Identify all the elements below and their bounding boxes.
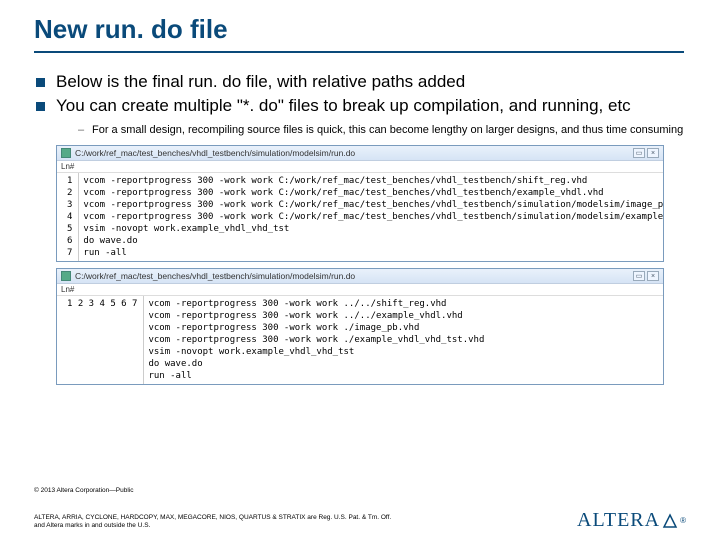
editor-window-1: C:/work/ref_mac/test_benches/vhdl_testbe… (56, 145, 664, 262)
bullet-text: You can create multiple "*. do" files to… (56, 96, 631, 115)
editor-path: C:/work/ref_mac/test_benches/vhdl_testbe… (75, 148, 355, 158)
restore-button[interactable]: ▭ (633, 271, 645, 281)
logo-text: ALTERA (577, 509, 678, 532)
line-number-header: Ln# (57, 161, 663, 173)
footer-line-1: ALTERA, ARRIA, CYCLONE, HARDCOPY, MAX, M… (34, 514, 391, 521)
sub-bullet-item: For a small design, recompiling source f… (78, 123, 686, 137)
window-controls: ▭ × (633, 148, 659, 158)
editor-titlebar: C:/work/ref_mac/test_benches/vhdl_testbe… (57, 146, 663, 161)
code-area: 1 2 3 4 5 6 7 vcom -reportprogress 300 -… (57, 173, 663, 261)
line-number-header: Ln# (57, 284, 663, 296)
line-gutter: 1 2 3 4 5 6 7 (57, 173, 79, 261)
editor-path: C:/work/ref_mac/test_benches/vhdl_testbe… (75, 271, 355, 281)
close-button[interactable]: × (647, 148, 659, 158)
bullet-item: You can create multiple "*. do" files to… (34, 95, 686, 137)
footer-line-2: and Altera marks in and outside the U.S. (34, 522, 150, 529)
page-title: New run. do file (0, 0, 720, 45)
code-content[interactable]: vcom -reportprogress 300 -work work ../.… (144, 296, 488, 384)
close-button[interactable]: × (647, 271, 659, 281)
registered-mark: ® (680, 516, 686, 525)
bullet-list: Below is the final run. do file, with re… (34, 71, 686, 137)
sub-bullet-list: For a small design, recompiling source f… (78, 123, 686, 137)
window-controls: ▭ × (633, 271, 659, 281)
content-area: Below is the final run. do file, with re… (0, 53, 720, 385)
copyright-text: © 2013 Altera Corporation—Public (34, 487, 133, 494)
editor-window-2: C:/work/ref_mac/test_benches/vhdl_testbe… (56, 268, 664, 385)
file-icon (61, 148, 71, 158)
file-icon (61, 271, 71, 281)
line-gutter: 1 2 3 4 5 6 7 (57, 296, 144, 384)
triangle-icon (662, 513, 678, 529)
bullet-item: Below is the final run. do file, with re… (34, 71, 686, 93)
restore-button[interactable]: ▭ (633, 148, 645, 158)
editor-titlebar: C:/work/ref_mac/test_benches/vhdl_testbe… (57, 269, 663, 284)
altera-logo: ALTERA ® (577, 509, 686, 532)
code-content[interactable]: vcom -reportprogress 300 -work work C:/w… (79, 173, 664, 261)
code-area: 1 2 3 4 5 6 7 vcom -reportprogress 300 -… (57, 296, 663, 384)
